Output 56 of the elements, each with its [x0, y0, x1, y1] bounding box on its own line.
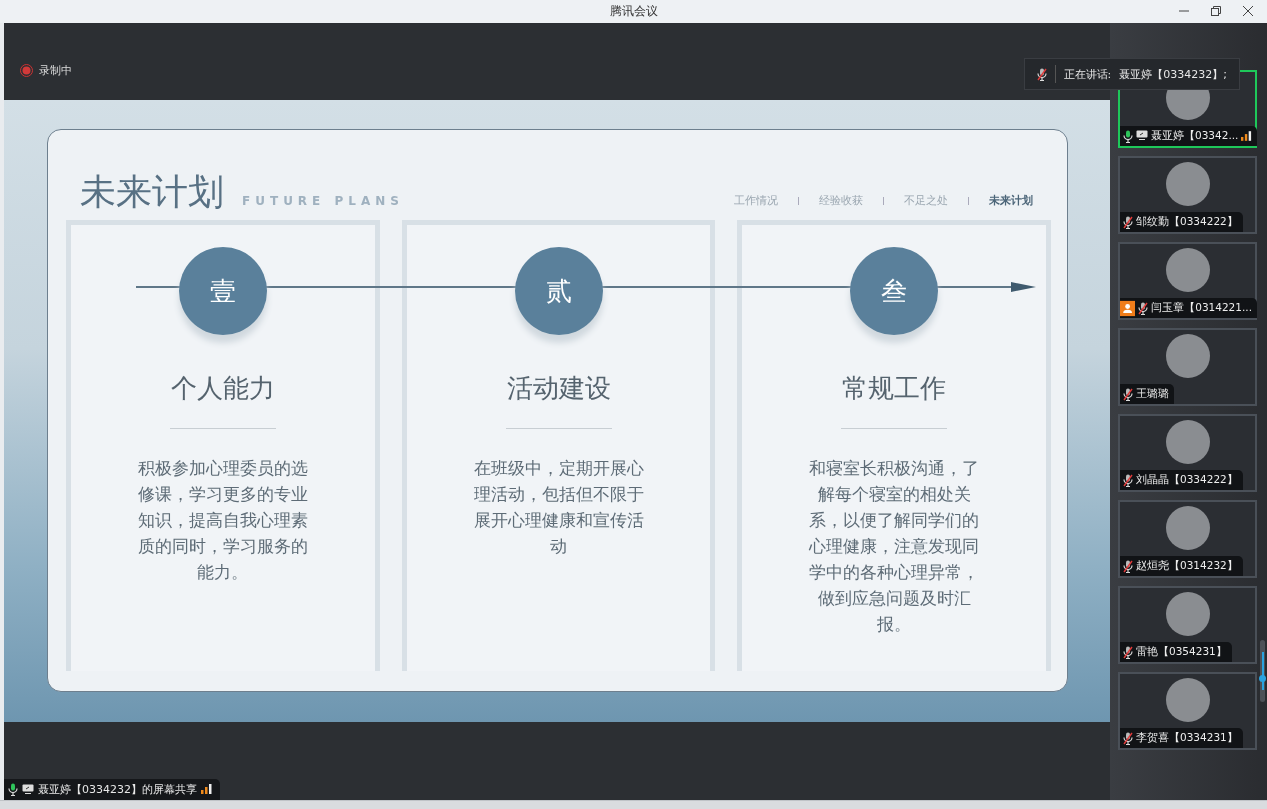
avatar [1165, 334, 1210, 378]
slide-subtitle: FUTURE PLANS [242, 194, 404, 208]
number-circle: 壹 [178, 247, 267, 335]
microphone-icon [8, 782, 18, 796]
participant-name: 王璐璐 [1136, 387, 1169, 401]
avatar [1165, 420, 1210, 464]
avatar [1165, 592, 1210, 636]
muted-microphone-icon [1138, 301, 1149, 315]
participant-name: 赵烜尧【0314232】 [1136, 559, 1238, 573]
window-title: 腾讯会议 [609, 3, 658, 20]
screen-share-label: 聂亚婷【0334232】的屏幕共享 [4, 779, 220, 800]
avatar [1165, 506, 1210, 550]
signal-icon [1241, 131, 1252, 141]
muted-microphone-icon [1123, 645, 1133, 659]
column-text: 和寝室长积极沟通，了解每个寝室的相处关系，以便了解同学们的心理健康，注意发现同学中的各种心理异常，做到应急问题及时汇报。 [808, 457, 981, 636]
participant-tile[interactable]: 刘晶晶【0334222】 [1118, 414, 1257, 492]
muted-microphone-icon [1123, 559, 1133, 573]
scrollbar[interactable] [1260, 640, 1265, 702]
muted-microphone-icon [1123, 473, 1133, 487]
column-text: 积极参加心理委员的选修课，学习更多的专业知识，提高自我心理素质的同时，学习服务的能力。 [136, 457, 309, 584]
participant-tile[interactable]: 王璐璐 [1118, 328, 1257, 406]
participant-tile[interactable]: 李贺喜【0334231】 [1118, 672, 1257, 750]
participant-name: 聂亚婷【03342... [1151, 129, 1239, 143]
recording-status: 录制中 [39, 63, 72, 78]
participant-name: 雷艳【0354231】 [1136, 645, 1227, 659]
participant-tile[interactable]: 雷艳【0354231】 [1118, 586, 1257, 664]
microphone-icon [1123, 129, 1133, 143]
participant-tile[interactable]: 赵烜尧【0314232】 [1118, 500, 1257, 578]
avatar [1165, 248, 1210, 292]
screen-share-icon [1136, 130, 1148, 140]
slide-title: 未来计划 [80, 174, 224, 210]
recording-icon [20, 64, 33, 77]
column-heading: 活动建设 [506, 372, 611, 405]
participant-tile[interactable]: 闫玉章【0314221... [1118, 242, 1257, 320]
column-heading: 常规工作 [842, 372, 947, 405]
muted-microphone-icon [1036, 67, 1047, 81]
number-circle: 叁 [850, 247, 939, 335]
scroll-thumb[interactable] [1259, 675, 1266, 682]
participant-name: 李贺喜【0334231】 [1136, 731, 1238, 745]
muted-microphone-icon [1123, 215, 1133, 229]
participant-name: 闫玉章【0314221... [1151, 301, 1252, 315]
column-heading: 个人能力 [170, 372, 275, 405]
signal-icon [201, 784, 212, 794]
number-circle: 贰 [514, 247, 603, 335]
restore-icon [1211, 6, 1221, 16]
close-icon [1243, 6, 1253, 16]
column-text: 在班级中，定期开展心理活动，包括但不限于展开心理健康和宣传活动 [472, 457, 645, 558]
muted-microphone-icon [1123, 731, 1133, 745]
participant-name: 邹纹勤【0334222】 [1136, 215, 1238, 229]
speaking-label: 正在讲话: [1063, 66, 1112, 82]
screen-share-icon [22, 784, 34, 794]
avatar [1165, 678, 1210, 722]
participant-name: 刘晶晶【0334222】 [1136, 473, 1238, 487]
participant-tile[interactable]: 邹纹勤【0334222】 [1118, 156, 1257, 234]
avatar [1165, 162, 1210, 206]
muted-microphone-icon [1123, 387, 1133, 401]
